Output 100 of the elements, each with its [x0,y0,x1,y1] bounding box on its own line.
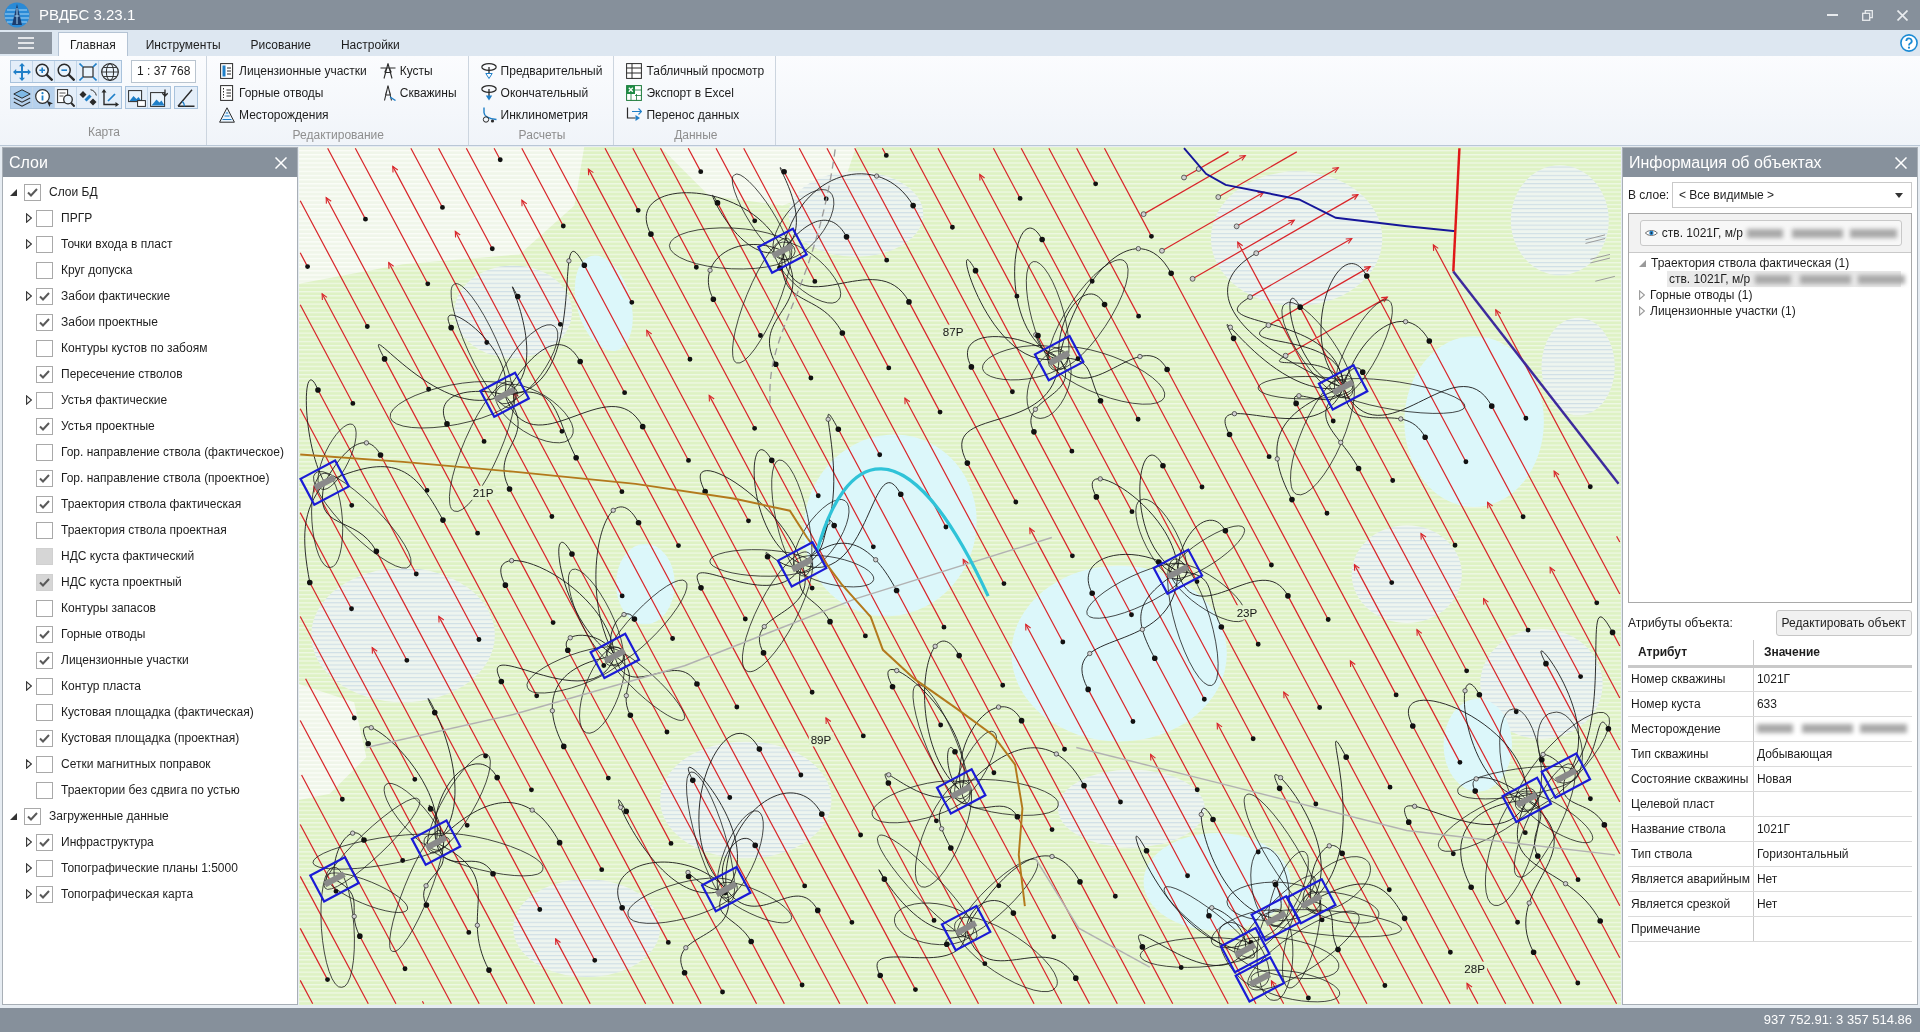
checkbox[interactable] [36,677,53,695]
collapsed-triangle-icon[interactable] [26,239,32,249]
checkbox[interactable] [24,807,41,825]
command-button[interactable]: Горные отводы [217,82,370,104]
layer-label: Устья проектные [61,418,155,435]
checkbox[interactable] [36,417,53,435]
command-button[interactable]: Окончательный [478,82,606,104]
ribbon-tab[interactable]: Главная [58,32,128,56]
command-button[interactable]: Табличный просмотр [624,60,768,82]
layer-label: Загруженные данные [49,808,169,825]
checkbox[interactable] [36,209,53,227]
checkbox[interactable] [36,885,53,903]
command-button[interactable]: Скважины [377,82,460,104]
axes-button[interactable] [99,87,121,108]
checkbox[interactable] [36,261,53,279]
globe-button[interactable] [99,61,121,82]
hatched-triangle-icon [219,107,235,123]
tree-item[interactable]: Лицензионные участки (1) [1629,303,1911,319]
checkbox[interactable] [36,833,53,851]
checkbox[interactable] [36,287,53,305]
checkbox[interactable] [36,443,53,461]
column-header[interactable]: Атрибут [1628,640,1754,666]
restore-icon [1862,9,1873,21]
well-pad-marker [1219,926,1271,974]
close-panel-button[interactable] [275,156,287,169]
checkbox[interactable] [36,755,53,773]
table-cell: Название ствола [1628,816,1754,841]
checkbox[interactable] [36,391,53,409]
checkbox[interactable] [36,495,53,513]
collapsed-triangle-icon[interactable] [26,889,32,899]
angle-button[interactable] [174,86,198,109]
layer-dropdown[interactable]: < Все видимые > [1672,182,1912,208]
command-button[interactable]: Предварительный [478,60,606,82]
pan-button[interactable] [11,61,33,82]
layer-label: Лицензионные участки [61,652,189,669]
collapsed-triangle-icon[interactable] [26,759,32,769]
ribbon-tab[interactable]: Настройки [328,32,412,56]
close-icon [1897,9,1908,21]
close-panel-button[interactable] [1895,156,1907,169]
collapsed-triangle-icon[interactable] [26,863,32,873]
command-button[interactable]: Кусты [377,60,460,82]
command-button[interactable]: Лицензионные участки [217,60,370,82]
table-cell: Примечание [1628,916,1754,941]
scale-field[interactable]: 1 : 37 768 [131,60,197,83]
eye-icon [1645,228,1658,238]
collapsed-triangle-icon[interactable] [26,213,32,223]
column-header[interactable]: Значение [1753,640,1912,666]
full-extent-button[interactable] [77,61,99,82]
command-button[interactable]: Месторождения [217,104,370,126]
checkbox[interactable] [36,339,53,357]
well-pad-marker [1033,334,1085,382]
zoom-in-button[interactable] [33,61,55,82]
collapsed-triangle-icon[interactable] [26,291,32,301]
window-title: РВДБС 3.23.1 [39,4,136,25]
close-icon [1895,156,1907,169]
checkbox[interactable] [24,183,41,201]
collapsed-triangle-icon[interactable] [26,837,32,847]
identify-button[interactable] [33,87,55,108]
well-pad-marker [1285,877,1337,925]
edit-object-button[interactable]: Редактировать объект [1775,610,1912,636]
expanded-triangle-icon[interactable] [10,188,17,196]
checkbox[interactable] [36,651,53,669]
command-button[interactable]: Экспорт в Excel [624,82,768,104]
measure-button[interactable] [77,87,99,108]
checkmark-icon [39,369,50,379]
layer-label: Гор. направление ствола (проектное) [61,470,270,487]
tree-item[interactable]: Траектория ствола фактическая (1) [1629,255,1911,271]
collapsed-triangle-icon[interactable] [26,681,32,691]
checkbox[interactable] [36,729,53,747]
layers-button[interactable] [11,87,33,108]
layer-label: ПРГР [61,210,93,227]
checkbox[interactable] [36,781,53,799]
find-button[interactable] [55,87,77,108]
checkbox[interactable] [36,521,53,539]
checkmark-icon [39,629,50,639]
command-button[interactable]: Перенос данных [624,104,768,126]
tree-item[interactable]: Горные отводы (1) [1629,287,1911,303]
checkbox[interactable] [36,235,53,253]
checkbox[interactable] [36,625,53,643]
checkbox[interactable] [36,859,53,877]
layer-label: Контуры кустов по забоям [61,340,208,357]
ribbon-tab[interactable]: Инструменты [133,32,233,56]
ribbon-tab[interactable]: Рисование [238,32,323,56]
print-map-button[interactable] [126,87,148,108]
table-cell: Тип скважины [1628,741,1754,766]
expanded-triangle-icon[interactable] [10,812,17,820]
checkbox[interactable] [36,365,53,383]
collapsed-triangle-icon[interactable] [26,395,32,405]
export-image-button[interactable] [148,87,170,108]
zoom-out-button[interactable] [55,61,77,82]
checkbox[interactable] [36,703,53,721]
help-button[interactable] [1900,34,1918,52]
layer-label: Гор. направление ствола (фактическое) [61,444,284,461]
object-chip[interactable]: ств. 1021Г, м/р [1640,220,1902,246]
checkbox[interactable] [36,313,53,331]
table-cell: 633 [1753,691,1912,716]
command-button[interactable]: Инклинометрия [478,104,606,126]
checkbox[interactable] [36,599,53,617]
checkbox[interactable] [36,469,53,487]
layer-label: Слои БД [49,184,98,201]
